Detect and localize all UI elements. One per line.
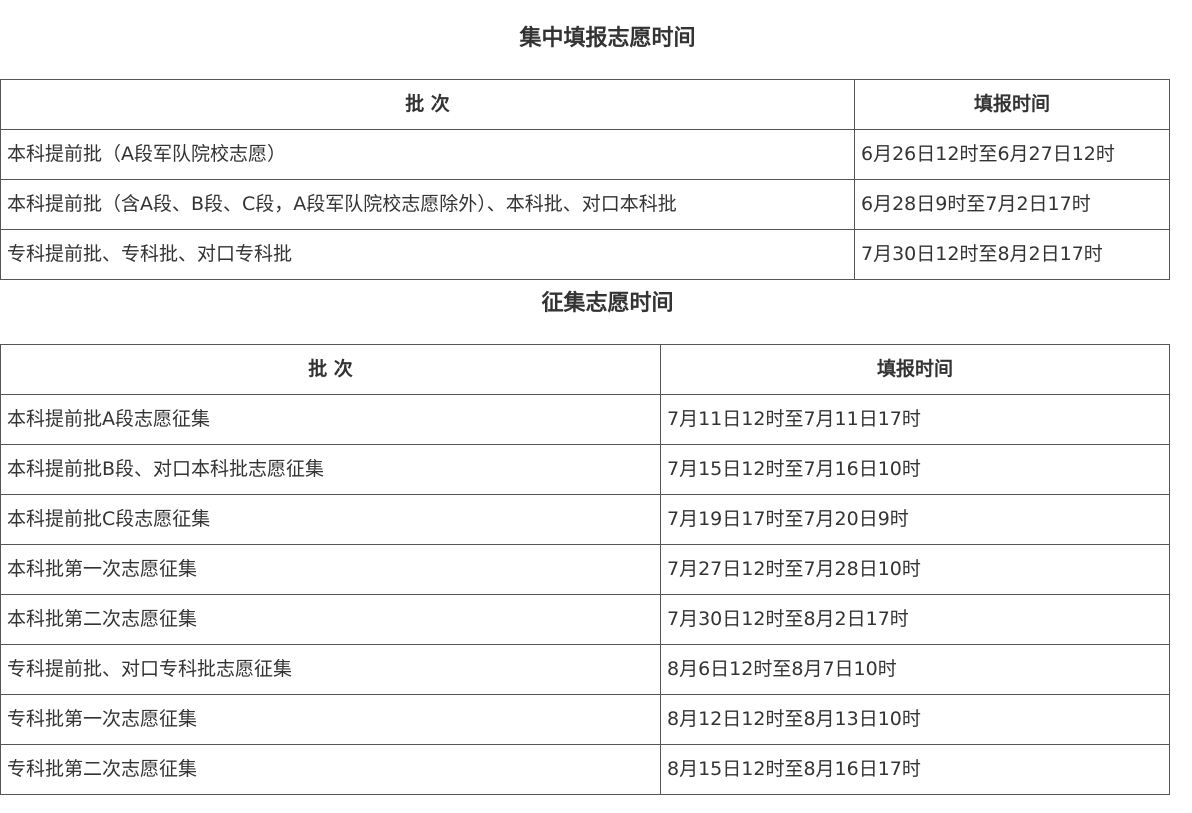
batch-cell: 本科提前批C段志愿征集 bbox=[0, 494, 661, 545]
batch-cell: 本科提前批（A段军队院校志愿） bbox=[0, 129, 855, 180]
time-cell: 7月30日12时至8月2日17时 bbox=[854, 229, 1170, 280]
section-title-solicitation: 征集志愿时间 bbox=[541, 291, 674, 316]
time-cell: 6月26日12时至6月27日12时 bbox=[854, 129, 1170, 180]
time-cell: 6月28日9时至7月2日17时 bbox=[854, 179, 1170, 230]
table-row: 本科提前批（含A段、B段、C段，A段军队院校志愿除外）、本科批、对口本科批 6月… bbox=[0, 179, 1170, 230]
batch-cell: 本科提前批A段志愿征集 bbox=[0, 394, 661, 445]
batch-cell: 本科批第一次志愿征集 bbox=[0, 544, 661, 595]
batch-cell: 专科提前批、专科批、对口专科批 bbox=[0, 229, 855, 280]
time-cell: 8月15日12时至8月16日17时 bbox=[660, 744, 1170, 795]
time-cell: 7月27日12时至7月28日10时 bbox=[660, 544, 1170, 595]
table-row: 专科提前批、对口专科批志愿征集 8月6日12时至8月7日10时 bbox=[0, 644, 1170, 695]
batch-cell: 本科批第二次志愿征集 bbox=[0, 594, 661, 645]
table-row: 专科提前批、专科批、对口专科批 7月30日12时至8月2日17时 bbox=[0, 229, 1170, 280]
batch-cell: 本科提前批（含A段、B段、C段，A段军队院校志愿除外）、本科批、对口本科批 bbox=[0, 179, 855, 230]
column-header-batch: 批 次 bbox=[0, 344, 661, 395]
table-row: 本科提前批A段志愿征集 7月11日12时至7月11日17时 bbox=[0, 394, 1170, 445]
table-row: 本科批第一次志愿征集 7月27日12时至7月28日10时 bbox=[0, 544, 1170, 595]
time-cell: 7月19日17时至7月20日9时 bbox=[660, 494, 1170, 545]
time-cell: 7月30日12时至8月2日17时 bbox=[660, 594, 1170, 645]
concentrated-schedule-table: 批 次 填报时间 本科提前批（A段军队院校志愿） 6月26日12时至6月27日1… bbox=[0, 79, 1170, 280]
column-header-time: 填报时间 bbox=[660, 344, 1170, 395]
table-row: 专科批第一次志愿征集 8月12日12时至8月13日10时 bbox=[0, 694, 1170, 745]
time-cell: 7月11日12时至7月11日17时 bbox=[660, 394, 1170, 445]
batch-cell: 专科批第一次志愿征集 bbox=[0, 694, 661, 745]
time-cell: 7月15日12时至7月16日10时 bbox=[660, 444, 1170, 495]
batch-cell: 专科提前批、对口专科批志愿征集 bbox=[0, 644, 661, 695]
section-title-concentrated: 集中填报志愿时间 bbox=[519, 26, 696, 51]
time-cell: 8月12日12时至8月13日10时 bbox=[660, 694, 1170, 745]
table-row: 专科批第二次志愿征集 8月15日12时至8月16日17时 bbox=[0, 744, 1170, 795]
column-header-time: 填报时间 bbox=[854, 79, 1170, 130]
column-header-batch: 批 次 bbox=[0, 79, 855, 130]
solicitation-schedule-table: 批 次 填报时间 本科提前批A段志愿征集 7月11日12时至7月11日17时 本… bbox=[0, 344, 1170, 795]
table-header-row: 批 次 填报时间 bbox=[0, 79, 1170, 130]
table-row: 本科批第二次志愿征集 7月30日12时至8月2日17时 bbox=[0, 594, 1170, 645]
table-header-row: 批 次 填报时间 bbox=[0, 344, 1170, 395]
table-row: 本科提前批C段志愿征集 7月19日17时至7月20日9时 bbox=[0, 494, 1170, 545]
table-row: 本科提前批（A段军队院校志愿） 6月26日12时至6月27日12时 bbox=[0, 129, 1170, 180]
time-cell: 8月6日12时至8月7日10时 bbox=[660, 644, 1170, 695]
table-row: 本科提前批B段、对口本科批志愿征集 7月15日12时至7月16日10时 bbox=[0, 444, 1170, 495]
batch-cell: 本科提前批B段、对口本科批志愿征集 bbox=[0, 444, 661, 495]
batch-cell: 专科批第二次志愿征集 bbox=[0, 744, 661, 795]
